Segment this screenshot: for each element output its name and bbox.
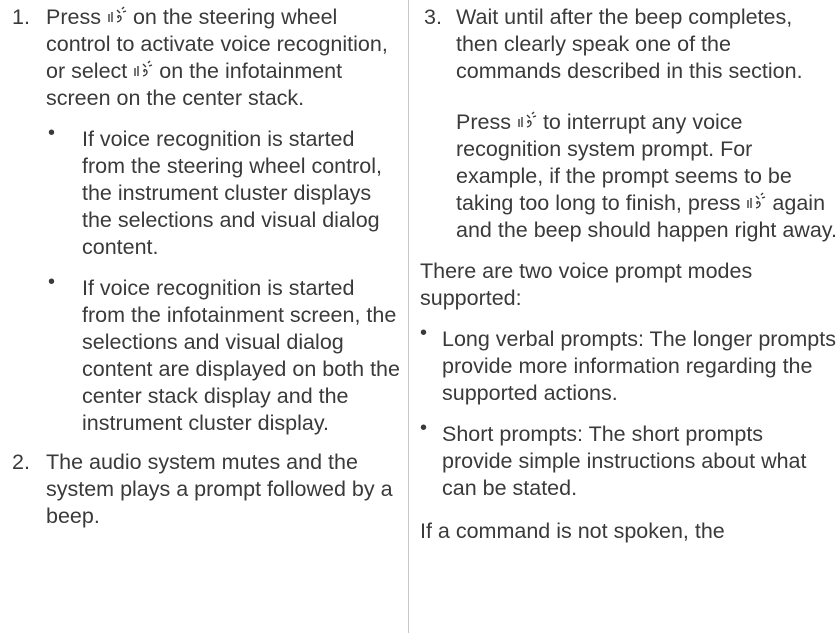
voice-recognition-icon: [107, 6, 127, 26]
step-number: 3.: [424, 5, 442, 29]
bullet-icon: •: [420, 417, 428, 439]
modes-intro: There are two voice prompt modes support…: [420, 259, 753, 310]
bullet-text: Short prompts: The short prompts provide…: [442, 422, 807, 500]
voice-recognition-icon: [133, 60, 153, 80]
list-item: • If voice recognition is started from t…: [46, 122, 400, 261]
step-3: 3. Wait until after the beep completes, …: [420, 4, 838, 244]
bullet-text: Long verbal prompts: The longer prompts …: [442, 327, 836, 405]
step-number: 1.: [12, 5, 30, 29]
list-item: • Short prompts: The short prompts provi…: [420, 417, 838, 502]
step-note: Press to interrupt any voice recognition…: [456, 110, 837, 242]
voice-recognition-icon: [517, 111, 537, 131]
column-divider: [408, 0, 409, 633]
voice-recognition-icon: [746, 192, 766, 212]
bullet-text: If voice recognition is started from the…: [82, 276, 400, 435]
step-text: Wait until after the beep completes, the…: [456, 5, 803, 83]
bullet-icon: •: [48, 271, 56, 293]
step-text: Press on the steering wheel control to a…: [46, 5, 388, 110]
bullet-icon: •: [48, 122, 56, 144]
step-1: 1. Press on the steering wheel control t…: [0, 4, 400, 437]
step-number: 2.: [12, 450, 30, 474]
list-item: • Long verbal prompts: The longer prompt…: [420, 322, 838, 407]
left-column: 1. Press on the steering wheel control t…: [0, 0, 400, 530]
step-2: 2. The audio system mutes and the system…: [0, 449, 400, 530]
bullet-icon: •: [420, 322, 428, 344]
list-item: • If voice recognition is started from t…: [46, 271, 400, 437]
bullet-text: If voice recognition is started from the…: [82, 127, 382, 259]
trailing-text: If a command is not spoken, the: [420, 519, 725, 543]
step-text: The audio system mutes and the system pl…: [46, 450, 393, 528]
right-column: 3. Wait until after the beep completes, …: [420, 0, 838, 545]
